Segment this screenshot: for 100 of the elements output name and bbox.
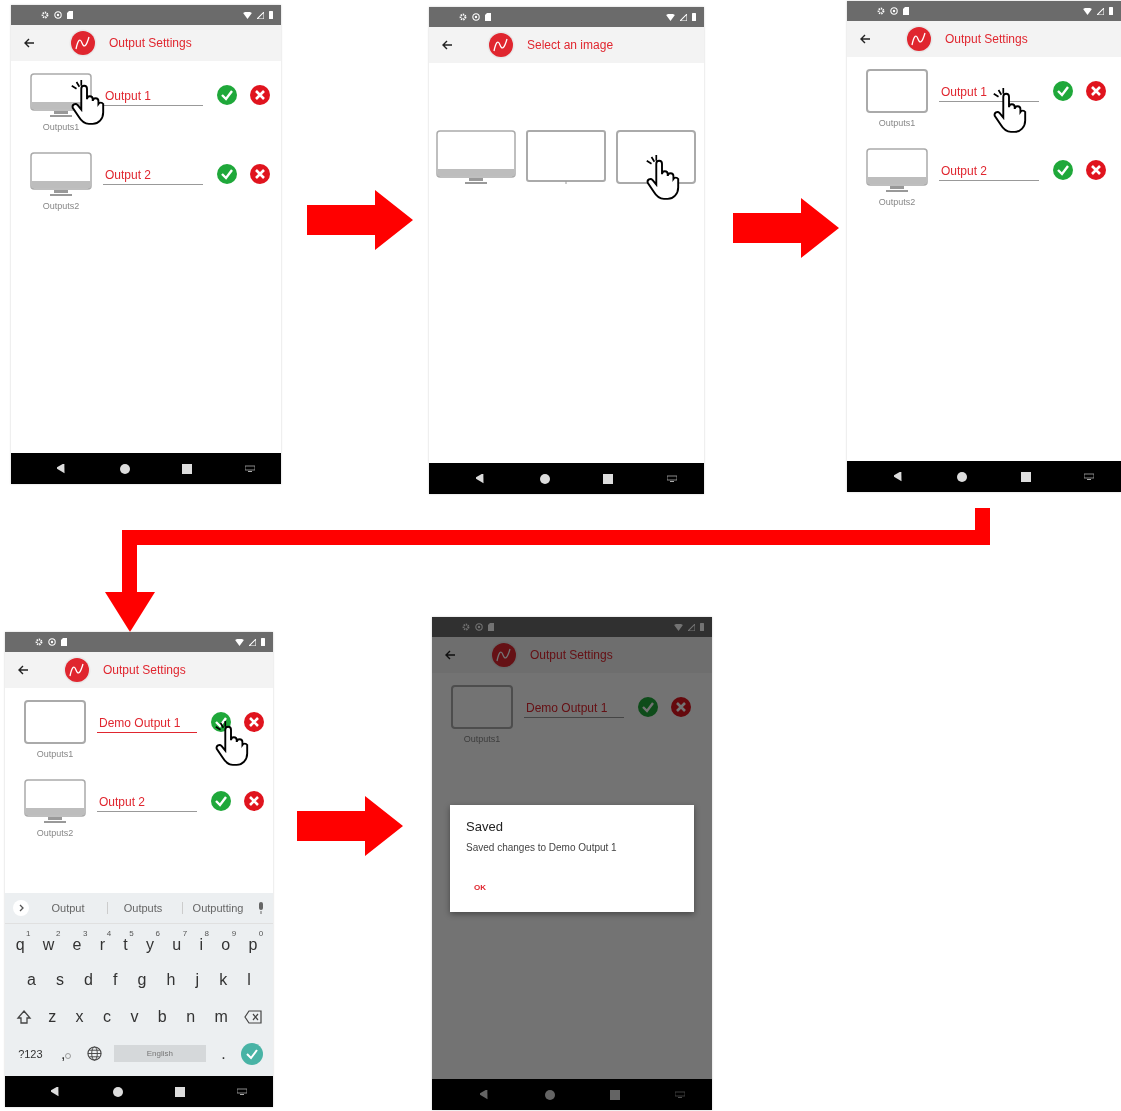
settings-icon — [35, 638, 43, 646]
frame-image[interactable] — [616, 130, 696, 186]
back-triangle-icon[interactable] — [893, 471, 904, 482]
backspace-icon[interactable] — [244, 1009, 263, 1024]
keyboard-key[interactable]: n — [183, 1005, 199, 1028]
ok-button[interactable]: OK — [466, 881, 494, 894]
close-icon — [244, 712, 264, 732]
keyboard-icon[interactable] — [1084, 473, 1095, 480]
keyboard-key[interactable]: ?123 — [15, 1045, 46, 1062]
keyboard-key[interactable]: b — [154, 1005, 170, 1028]
battery-icon — [700, 623, 704, 631]
recents-square-icon[interactable] — [175, 1086, 185, 1097]
suggestion[interactable]: Outputs — [107, 902, 178, 914]
shift-icon[interactable] — [15, 1008, 32, 1025]
back-arrow-icon[interactable] — [859, 34, 871, 44]
close-icon — [1086, 81, 1106, 101]
name-field[interactable]: Demo Output 1 — [97, 714, 197, 733]
keyboard-key[interactable]: x — [72, 1005, 87, 1028]
keyboard-key[interactable]: c — [99, 1005, 114, 1028]
microphone-icon[interactable] — [257, 902, 265, 914]
image-caption: Outputs1 — [878, 118, 916, 128]
screen-title: Output Settings — [109, 36, 192, 50]
name-field[interactable]: Output 1 — [939, 83, 1039, 102]
back-triangle-icon[interactable] — [51, 1086, 61, 1097]
key-hint: 7 — [182, 929, 188, 938]
keyboard-key[interactable]: . — [218, 1042, 229, 1065]
logo-icon — [490, 641, 518, 669]
keyboard-icon[interactable] — [667, 475, 678, 482]
logo-icon — [905, 25, 933, 53]
image-caption: Outputs1 — [36, 749, 74, 759]
keyboard-key[interactable]: e 3 — [71, 929, 88, 956]
keyboard-key[interactable]: u 7 — [171, 929, 188, 956]
keyboard-key[interactable]: p 0 — [247, 929, 264, 956]
wifi-icon — [666, 13, 675, 21]
back-arrow-icon[interactable] — [23, 38, 35, 48]
keyboard-key[interactable]: t 5 — [122, 929, 134, 956]
monitor-image — [866, 148, 928, 194]
recents-square-icon[interactable] — [1020, 471, 1031, 482]
back-arrow-icon[interactable] — [441, 40, 453, 50]
sd-card-icon — [485, 13, 491, 21]
keyboard-icon[interactable] — [244, 465, 255, 472]
cancel-button[interactable] — [244, 791, 264, 814]
keyboard-key[interactable]: , — [57, 1042, 75, 1065]
keyboard-key[interactable]: j — [192, 968, 203, 991]
suggestion[interactable]: Output — [33, 902, 103, 914]
keyboard-key[interactable]: r 4 — [98, 929, 112, 956]
key-hint: 5 — [129, 929, 134, 938]
cancel-button[interactable] — [250, 164, 270, 187]
home-circle-icon[interactable] — [113, 1086, 123, 1097]
key-hint: 1 — [26, 929, 31, 938]
logo-icon — [487, 31, 515, 59]
recents-square-icon[interactable] — [182, 463, 193, 474]
home-circle-icon[interactable] — [539, 473, 550, 484]
key-hint: 6 — [155, 929, 161, 938]
cancel-button[interactable] — [250, 85, 270, 108]
frame-image — [24, 700, 86, 746]
recents-square-icon[interactable] — [603, 473, 614, 484]
image-caption: Outputs1 — [42, 122, 80, 132]
cancel-button[interactable] — [671, 697, 691, 720]
name-field[interactable]: Output 2 — [939, 162, 1039, 181]
sync-icon — [475, 623, 483, 631]
suggestion[interactable]: Outputting — [182, 902, 253, 914]
keyboard-key[interactable]: z — [45, 1005, 60, 1028]
keyboard-key[interactable]: s — [53, 968, 67, 991]
name-field[interactable]: Output 1 — [103, 87, 203, 106]
home-circle-icon[interactable] — [119, 463, 130, 474]
keyboard-key[interactable]: v — [127, 1005, 142, 1028]
back-triangle-icon[interactable] — [475, 473, 486, 484]
home-circle-icon[interactable] — [957, 471, 968, 482]
keyboard-key[interactable]: a — [24, 968, 39, 991]
image-caption: Outputs2 — [878, 197, 916, 207]
key-hint: 0 — [258, 929, 264, 938]
keyboard-key[interactable]: f — [110, 968, 121, 991]
keyboard-key[interactable]: l — [244, 968, 254, 991]
globe-icon[interactable] — [86, 1046, 102, 1061]
image-caption: Outputs2 — [36, 828, 74, 838]
chevron-right-icon[interactable] — [13, 900, 29, 916]
keyboard-key[interactable]: h — [163, 968, 179, 991]
keyboard-key[interactable]: w 2 — [41, 929, 61, 956]
key-hint: 8 — [204, 929, 209, 938]
keyboard-key[interactable]: y 6 — [145, 929, 161, 956]
close-icon — [250, 164, 270, 184]
cancel-button[interactable] — [244, 712, 264, 735]
name-field[interactable]: Output 2 — [103, 166, 203, 185]
keyboard-key[interactable]: g — [134, 968, 150, 991]
back-arrow-icon[interactable] — [17, 665, 29, 675]
cancel-button[interactable] — [1086, 81, 1106, 104]
keyboard-key[interactable]: o 9 — [220, 929, 237, 956]
keyboard-key[interactable]: k — [216, 968, 231, 991]
name-field[interactable]: Output 2 — [97, 793, 197, 812]
keyboard-key[interactable]: i 8 — [198, 929, 209, 956]
battery-icon — [261, 638, 265, 646]
keyboard-key[interactable]: d — [81, 968, 96, 991]
enter-check-icon[interactable] — [240, 1042, 263, 1065]
close-icon — [671, 697, 691, 717]
sd-card-icon — [67, 11, 73, 19]
cancel-button[interactable] — [1086, 160, 1106, 183]
keyboard-key[interactable]: q 1 — [14, 929, 31, 956]
keyboard-icon[interactable] — [237, 1088, 247, 1095]
keyboard-key[interactable]: m — [211, 1005, 231, 1028]
